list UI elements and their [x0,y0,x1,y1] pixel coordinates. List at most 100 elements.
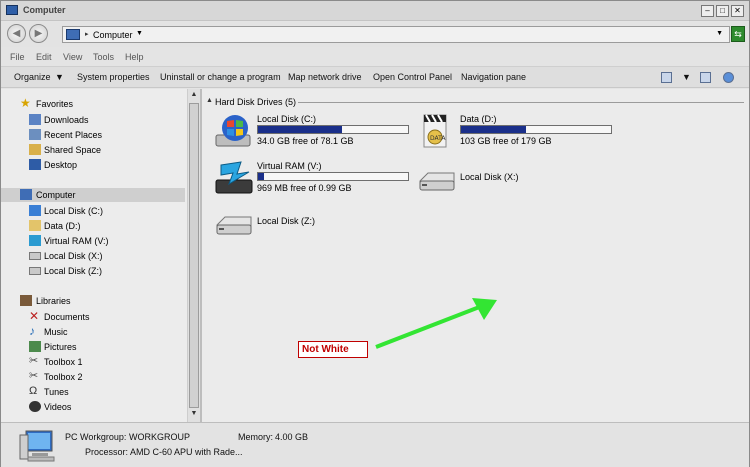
sidebar-item-downloads[interactable]: Downloads [1,113,185,127]
computer-icon [20,189,32,200]
sidebar-item-label: Computer [36,190,76,200]
sidebar-item-data-d[interactable]: Data (D:) [1,219,185,233]
window-title: Computer [23,5,66,15]
address-row: ◀ ▶ ▸ Computer ▼ ▼ ⇆ [1,22,749,47]
explorer-window: Computer – □ ✕ ◀ ▶ ▸ Computer ▼ ▼ ⇆ File… [0,0,750,467]
drive-local-disk-c[interactable]: Local Disk (C:) 34.0 GB free of 78.1 GB [215,113,415,153]
sidebar-item-label: Shared Space [44,145,102,155]
menu-tools[interactable]: Tools [93,52,114,62]
drive-free-space: 969 MB free of 0.99 GB [257,183,352,193]
downloads-icon [29,114,41,125]
hard-drive-icon [419,172,455,191]
drive-free-space: 34.0 GB free of 78.1 GB [257,136,354,146]
sidebar-item-toolbox-2[interactable]: ✂ Toolbox 2 [1,370,185,384]
annotation-label: Not White [298,341,368,358]
chevron-down-icon[interactable]: ▼ [682,72,691,82]
sidebar-scrollbar[interactable]: ▲ ▼ [187,89,200,422]
menu-help[interactable]: Help [125,52,144,62]
sidebar-item-documents[interactable]: ✕ Documents [1,310,185,324]
refresh-icon[interactable]: ⇆ [731,26,745,42]
sidebar-item-label: Favorites [36,99,74,109]
forward-button[interactable]: ▶ [29,24,48,43]
sidebar-item-label: Pictures [44,342,77,352]
sidebar-item-virtual-ram-v[interactable]: Virtual RAM (V:) [1,234,185,248]
sidebar-item-label: Desktop [44,160,78,170]
organize-button[interactable]: Organize [14,72,51,82]
recent-places-icon [29,129,41,140]
scrollbar-thumb[interactable] [189,103,199,408]
documents-icon: ✕ [29,309,40,323]
collapse-icon[interactable]: ▲ [206,97,213,104]
open-control-panel-button[interactable]: Open Control Panel [373,72,452,82]
computer-icon [6,5,18,15]
tools-icon: ✂ [29,355,39,367]
memory-value: 4.00 GB [275,432,309,442]
sidebar-item-desktop[interactable]: Desktop [1,158,185,172]
help-icon[interactable] [723,72,734,83]
minimize-button[interactable]: – [701,5,714,17]
uninstall-button[interactable]: Uninstall or change a program [160,72,281,82]
scroll-down-icon[interactable]: ▼ [189,410,199,420]
map-network-drive-button[interactable]: Map network drive [288,72,362,82]
navigation-pane-button[interactable]: Navigation pane [461,72,526,82]
maximize-button[interactable]: □ [716,5,729,17]
sidebar-item-tunes[interactable]: Ω Tunes [1,385,185,399]
close-button[interactable]: ✕ [731,5,744,17]
drive-virtual-ram-v[interactable]: Virtual RAM (V:) 969 MB free of 0.99 GB [215,160,415,200]
sidebar-item-local-disk-c[interactable]: Local Disk (C:) [1,204,185,218]
sidebar-item-music[interactable]: ♪ Music [1,325,185,339]
drive-local-disk-z[interactable]: Local Disk (Z:) [215,211,415,251]
command-bar: Organize ▼ System properties Uninstall o… [1,66,749,88]
sidebar-item-label: Toolbox 1 [44,357,83,367]
annotation-arrow-icon [375,298,497,349]
film-reel-icon [29,401,41,412]
back-button[interactable]: ◀ [7,24,26,43]
sidebar-item-label: Toolbox 2 [44,372,83,382]
sidebar-item-toolbox-1[interactable]: ✂ Toolbox 1 [1,355,185,369]
drive-free-space: 103 GB free of 179 GB [460,136,552,146]
sidebar-item-pictures[interactable]: Pictures [1,340,185,354]
hard-drive-icon [29,267,41,275]
data-drive-icon [29,220,41,231]
windows-drive-icon [29,205,41,216]
group-header[interactable]: Hard Disk Drives (5) [215,97,296,107]
sidebar-item-favorites[interactable]: ★ Favorites [1,97,185,111]
sidebar-item-local-disk-z[interactable]: Local Disk (Z:) [1,264,185,278]
capacity-bar-fill [258,173,264,180]
menu-view[interactable]: View [63,52,82,62]
libraries-icon [20,295,32,306]
sidebar-item-computer[interactable]: Computer [1,188,185,202]
workgroup-label: PC Workgroup: [65,432,127,442]
address-bar[interactable]: ▸ Computer ▼ ▼ [62,26,730,43]
sidebar-item-label: Data (D:) [44,221,81,231]
sidebar-item-label: Virtual RAM (V:) [44,236,109,246]
sidebar-item-local-disk-x[interactable]: Local Disk (X:) [1,249,185,263]
breadcrumb-separator: ▸ [85,31,89,38]
drive-name: Local Disk (X:) [460,172,519,182]
group-divider [298,102,744,103]
sidebar-item-libraries[interactable]: Libraries [1,294,185,308]
menu-bar: File Edit View Tools Help [1,49,749,65]
sidebar-item-label: Videos [44,402,72,412]
system-properties-button[interactable]: System properties [77,72,150,82]
address-dropdown-icon[interactable]: ▼ [716,30,723,37]
pictures-icon [29,341,41,352]
menu-file[interactable]: File [10,52,25,62]
change-view-icon[interactable] [661,72,672,83]
drive-local-disk-x[interactable]: Local Disk (X:) [418,167,618,207]
chevron-down-icon[interactable]: ▼ [136,30,143,37]
memory-label: Memory: [238,432,274,442]
chevron-down-icon[interactable]: ▼ [55,72,64,82]
breadcrumb-computer[interactable]: Computer [93,30,133,40]
scroll-up-icon[interactable]: ▲ [189,91,199,101]
drive-name: Local Disk (C:) [257,114,317,124]
capacity-bar-fill [461,126,526,133]
svg-text:DATA: DATA [430,135,446,142]
menu-edit[interactable]: Edit [36,52,52,62]
processor-value: AMD C-60 APU with Rade... [130,447,243,457]
sidebar-item-shared-space[interactable]: Shared Space [1,143,185,157]
preview-pane-icon[interactable] [700,72,711,83]
sidebar-item-recent-places[interactable]: Recent Places [1,128,185,142]
drive-data-d[interactable]: DATA Data (D:) 103 GB free of 179 GB [418,113,618,153]
sidebar-item-videos[interactable]: Videos [1,400,185,414]
